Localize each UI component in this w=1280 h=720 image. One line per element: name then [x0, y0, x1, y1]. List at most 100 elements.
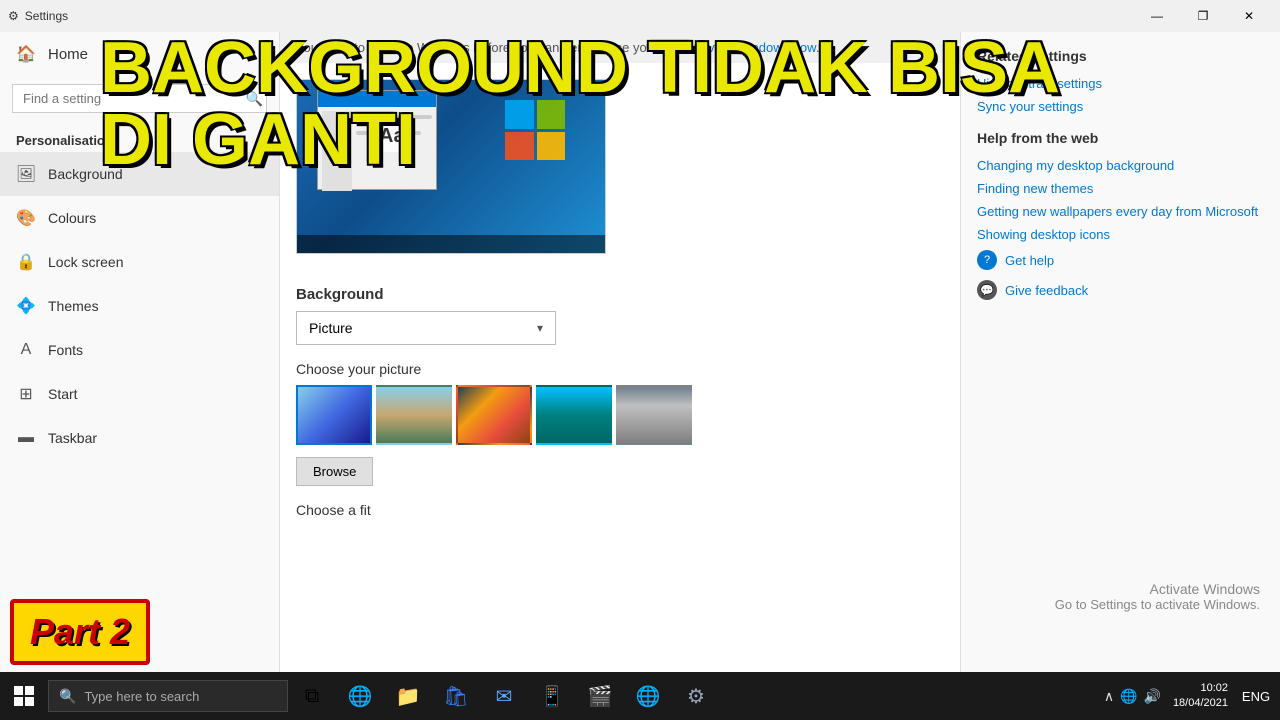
- search-input[interactable]: [12, 84, 267, 113]
- win-logo-green: [537, 100, 566, 129]
- taskbar-mail[interactable]: ✉: [480, 672, 528, 720]
- start-logo: [14, 686, 34, 706]
- background-type-dropdown[interactable]: Picture ▾: [296, 311, 556, 345]
- search-button[interactable]: 🔍: [246, 90, 263, 107]
- help-link-wallpapers[interactable]: Getting new wallpapers every day from Mi…: [977, 204, 1264, 219]
- dropdown-value: Picture: [309, 320, 353, 336]
- start-button[interactable]: [0, 672, 48, 720]
- get-help-icon: ?: [977, 250, 997, 270]
- taskbar-store[interactable]: 🛍: [432, 672, 480, 720]
- preview-aa-icon: Aa: [373, 121, 411, 152]
- related-link-contrast[interactable]: High contrast settings: [977, 76, 1264, 91]
- sidebar-home[interactable]: 🏠 Home: [0, 32, 279, 76]
- taskbar-apps: ⧉ 🌐 📁 🛍 ✉ 📱 🎬 🌐 ⚙: [288, 672, 720, 720]
- preview-desktop: Aa: [297, 80, 605, 253]
- minimize-button[interactable]: —: [1134, 0, 1180, 32]
- give-feedback-icon: 💬: [977, 280, 997, 300]
- title-bar-title: Settings: [25, 9, 68, 23]
- background-icon: 🖼: [16, 164, 36, 184]
- sidebar-item-background[interactable]: 🖼 Background: [0, 152, 279, 196]
- sidebar-item-themes-label: Themes: [48, 298, 99, 314]
- close-button[interactable]: ✕: [1226, 0, 1272, 32]
- taskbar-language[interactable]: ENG: [1240, 672, 1272, 720]
- sidebar-item-lock-label: Lock screen: [48, 254, 123, 270]
- dropdown-row: Picture ▾: [280, 311, 960, 361]
- win-logo-block: [25, 686, 34, 695]
- help-link-desktop-bg[interactable]: Changing my desktop background: [977, 158, 1264, 173]
- sidebar-section-title: Personalisation: [0, 121, 279, 152]
- activate-watermark-desc: Go to Settings to activate Windows.: [1055, 597, 1260, 612]
- preview-sidebar-mini: [322, 111, 352, 191]
- taskbar-tray: ∧ 🌐 🔊 10:02 18/04/2021 ENG: [1096, 672, 1280, 720]
- win-logo-yellow: [537, 132, 566, 161]
- taskbar-search-box[interactable]: 🔍 Type here to search: [48, 680, 288, 712]
- help-title: Help from the web: [977, 130, 1264, 146]
- background-section-label: Background: [280, 270, 960, 311]
- pictures-row: [280, 385, 960, 457]
- picture-thumb-2[interactable]: [376, 385, 452, 445]
- choose-fit-label: Choose a fit: [280, 502, 960, 526]
- preview-window-title: [318, 91, 436, 107]
- picture-thumb-4[interactable]: [536, 385, 612, 445]
- taskbar-chrome[interactable]: 🌐: [624, 672, 672, 720]
- win-logo-block: [14, 697, 23, 706]
- tray-up-arrow[interactable]: ∧: [1104, 688, 1114, 705]
- preview-area: Aa: [280, 63, 960, 270]
- sidebar: 🏠 Home 🔍 Personalisation 🖼 Background 🎨 …: [0, 32, 280, 672]
- get-help-item[interactable]: ? Get help: [977, 250, 1264, 270]
- themes-icon: 💠: [16, 296, 36, 316]
- give-feedback-item[interactable]: 💬 Give feedback: [977, 280, 1264, 300]
- maximize-button[interactable]: ❐: [1180, 0, 1226, 32]
- taskbar-search-text: Type here to search: [84, 689, 199, 704]
- taskbar-tray-icons: ∧ 🌐 🔊: [1104, 688, 1161, 705]
- taskbar-explorer[interactable]: 📁: [384, 672, 432, 720]
- picture-thumb-3[interactable]: [456, 385, 532, 445]
- sidebar-item-taskbar[interactable]: ▬ Taskbar: [0, 416, 279, 460]
- picture-thumb-1[interactable]: [296, 385, 372, 445]
- settings-icon: ⚙: [8, 9, 19, 23]
- activation-link[interactable]: Activate Windows now.: [687, 40, 820, 55]
- home-icon: 🏠: [16, 44, 36, 64]
- help-link-new-themes[interactable]: Finding new themes: [977, 181, 1264, 196]
- taskbar-date: 18/04/2021: [1173, 696, 1228, 711]
- help-link-desktop-icons[interactable]: Showing desktop icons: [977, 227, 1264, 242]
- sidebar-item-fonts-label: Fonts: [48, 342, 83, 358]
- taskbar-media[interactable]: 🎬: [576, 672, 624, 720]
- title-bar-controls: — ❐ ✕: [1134, 0, 1272, 32]
- picture-thumb-5[interactable]: [616, 385, 692, 445]
- search-box: 🔍: [12, 84, 267, 113]
- taskbar-search-icon: 🔍: [59, 688, 76, 705]
- sidebar-item-lock-screen[interactable]: 🔒 Lock screen: [0, 240, 279, 284]
- right-panel: Related Settings High contrast settings …: [960, 32, 1280, 672]
- related-title: Related Settings: [977, 48, 1264, 64]
- sidebar-item-taskbar-label: Taskbar: [48, 430, 97, 446]
- activation-message: You need to activate Windows before you …: [296, 40, 684, 55]
- related-link-sync[interactable]: Sync your settings: [977, 99, 1264, 114]
- taskbar-task-view[interactable]: ⧉: [288, 672, 336, 720]
- get-help-link[interactable]: Get help: [1005, 253, 1054, 268]
- sidebar-item-colours-label: Colours: [48, 210, 96, 226]
- browse-button[interactable]: Browse: [296, 457, 373, 486]
- sidebar-item-colours[interactable]: 🎨 Colours: [0, 196, 279, 240]
- taskbar-settings-app[interactable]: ⚙: [672, 672, 720, 720]
- preview-image: Aa: [296, 79, 606, 254]
- taskbar-app-6[interactable]: 📱: [528, 672, 576, 720]
- taskbar-clock[interactable]: 10:02 18/04/2021: [1165, 681, 1236, 712]
- taskbar-edge[interactable]: 🌐: [336, 672, 384, 720]
- sidebar-item-fonts[interactable]: A Fonts: [0, 328, 279, 372]
- preview-win-logo: [505, 100, 565, 160]
- sidebar-item-themes[interactable]: 💠 Themes: [0, 284, 279, 328]
- activate-watermark-title: Activate Windows: [1055, 581, 1260, 597]
- start-icon: ⊞: [16, 384, 36, 404]
- tray-speaker-icon[interactable]: 🔊: [1144, 688, 1161, 705]
- win-logo-block: [25, 697, 34, 706]
- activation-banner: You need to activate Windows before you …: [280, 32, 960, 63]
- dropdown-arrow-icon: ▾: [537, 321, 543, 335]
- preview-taskbar-mini: [297, 235, 605, 253]
- give-feedback-link[interactable]: Give feedback: [1005, 283, 1088, 298]
- sidebar-item-background-label: Background: [48, 166, 123, 182]
- win-logo-red: [505, 132, 534, 161]
- tray-network-icon[interactable]: 🌐: [1120, 688, 1137, 705]
- sidebar-item-start[interactable]: ⊞ Start: [0, 372, 279, 416]
- lock-icon: 🔒: [16, 252, 36, 272]
